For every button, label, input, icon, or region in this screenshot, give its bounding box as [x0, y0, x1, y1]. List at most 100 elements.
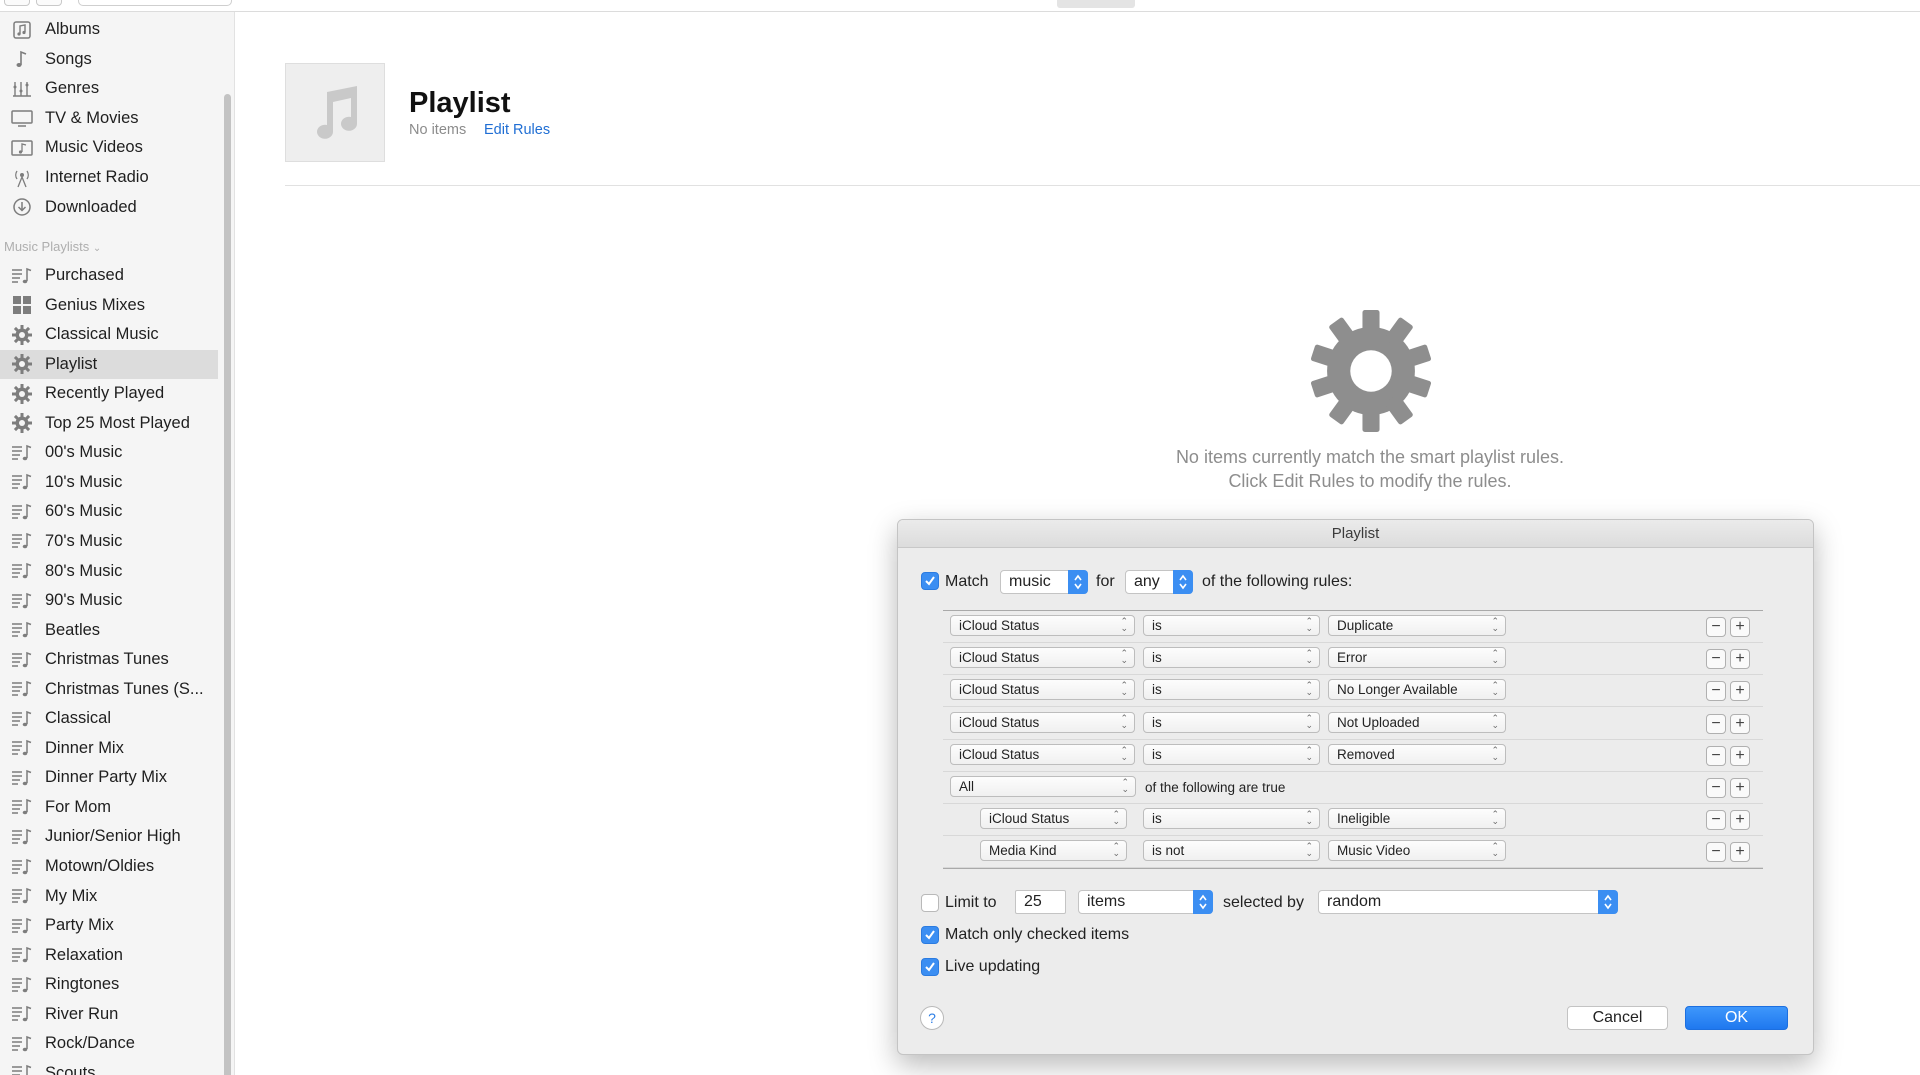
forward-button[interactable]: [36, 0, 62, 6]
rule-operator-popup[interactable]: is ⌃ ⌄: [1143, 711, 1320, 733]
rule-field-popup[interactable]: iCloud Status ⌃ ⌄: [950, 615, 1135, 636]
sidebar-scrollbar-thumb[interactable]: [224, 94, 231, 1075]
sidebar-library-songs[interactable]: Songs: [0, 45, 218, 74]
sidebar-playlist-purchased[interactable]: Purchased: [0, 261, 218, 290]
sidebar-playlist-recently-played[interactable]: Recently Played: [0, 379, 218, 408]
edit-rules-link[interactable]: Edit Rules: [484, 122, 550, 138]
rule-value-popup[interactable]: Error ⌃ ⌄: [1328, 647, 1506, 669]
remove-rule-button[interactable]: −: [1706, 745, 1726, 766]
sidebar-playlist-classical[interactable]: Classical: [0, 704, 218, 733]
sidebar-playlist-ringtones[interactable]: Ringtones: [0, 970, 218, 999]
add-rule-button[interactable]: +: [1730, 617, 1750, 637]
sidebar-playlist-junior-senior-high[interactable]: Junior/Senior High: [0, 822, 218, 851]
rule-operator-popup[interactable]: is ⌃ ⌄: [1143, 647, 1320, 669]
rule-operator-popup[interactable]: is ⌃ ⌄: [1143, 679, 1320, 701]
rule-operator-popup[interactable]: is not ⌃ ⌄: [1143, 840, 1320, 862]
sidebar-playlist-10-s-music[interactable]: 10's Music: [0, 468, 218, 497]
sidebar-library-downloaded[interactable]: Downloaded: [0, 193, 218, 222]
limit-checkbox[interactable]: [921, 894, 939, 912]
sidebar-playlist-80-s-music[interactable]: 80's Music: [0, 557, 218, 586]
sidebar-playlist-70-s-music[interactable]: 70's Music: [0, 527, 218, 556]
rule-field-popup[interactable]: iCloud Status ⌃ ⌄: [950, 711, 1135, 733]
remove-rule-button[interactable]: −: [1706, 713, 1726, 734]
toolbar-segment-control[interactable]: [1057, 0, 1135, 8]
sidebar-playlist-dinner-mix[interactable]: Dinner Mix: [0, 734, 218, 763]
sidebar-playlist-beatles[interactable]: Beatles: [0, 616, 218, 645]
sidebar-playlist-60-s-music[interactable]: 60's Music: [0, 497, 218, 526]
rule-value-popup[interactable]: Removed ⌃ ⌄: [1328, 743, 1506, 765]
sidebar-playlist-dinner-party-mix[interactable]: Dinner Party Mix: [0, 763, 218, 792]
add-rule-button[interactable]: +: [1730, 681, 1750, 702]
sidebar-playlist-90-s-music[interactable]: 90's Music: [0, 586, 218, 615]
sidebar-playlist-my-mix[interactable]: My Mix: [0, 882, 218, 911]
rule-field-popup[interactable]: iCloud Status ⌃ ⌄: [950, 743, 1135, 765]
up-down-arrows-icon: ⌃ ⌄: [1305, 809, 1313, 827]
add-rule-button[interactable]: +: [1730, 713, 1750, 734]
match-kind-popup[interactable]: music: [1000, 570, 1088, 594]
sidebar-playlist-motown-oldies[interactable]: Motown/Oldies: [0, 852, 218, 881]
sidebar-library-internet-radio[interactable]: Internet Radio: [0, 163, 218, 192]
match-mode-popup[interactable]: any: [1125, 570, 1193, 594]
music-playlists-section-header[interactable]: Music Playlists ⌄: [4, 239, 101, 254]
sidebar-playlist-00-s-music[interactable]: 00's Music: [0, 438, 218, 467]
add-rule-button[interactable]: +: [1730, 778, 1750, 798]
rule-value-popup[interactable]: Not Uploaded ⌃ ⌄: [1328, 711, 1506, 733]
playlist-icon: [11, 1033, 33, 1055]
match-checked-items-checkbox[interactable]: [921, 926, 939, 944]
remove-rule-button[interactable]: −: [1706, 842, 1726, 863]
add-rule-button[interactable]: +: [1730, 842, 1750, 863]
sidebar-playlist-for-mom[interactable]: For Mom: [0, 793, 218, 822]
rule-field-popup[interactable]: Media Kind ⌃ ⌄: [980, 840, 1127, 862]
add-rule-button[interactable]: +: [1730, 810, 1750, 831]
remove-rule-button[interactable]: −: [1706, 778, 1726, 798]
up-down-arrows-icon: ⌃ ⌄: [1305, 680, 1313, 698]
rule-field-value: iCloud Status: [959, 682, 1040, 698]
add-rule-button[interactable]: +: [1730, 745, 1750, 766]
sidebar-playlist-genius-mixes[interactable]: Genius Mixes: [0, 291, 218, 320]
rule-value-popup[interactable]: No Longer Available ⌃ ⌄: [1328, 679, 1506, 701]
remove-rule-button[interactable]: −: [1706, 649, 1726, 670]
sidebar-playlist-scouts[interactable]: Scouts: [0, 1059, 218, 1075]
sidebar-playlist-christmas-tunes[interactable]: Christmas Tunes: [0, 645, 218, 674]
match-checkbox[interactable]: [921, 572, 939, 590]
sidebar-library-tv-movies[interactable]: TV & Movies: [0, 104, 218, 133]
sidebar-playlist-relaxation[interactable]: Relaxation: [0, 941, 218, 970]
rule-group-value: All: [959, 779, 975, 794]
help-button[interactable]: ?: [920, 1006, 944, 1030]
rule-operator-popup[interactable]: is ⌃ ⌄: [1143, 615, 1320, 636]
rule-operator-popup[interactable]: is ⌃ ⌄: [1143, 808, 1320, 830]
rule-operator-popup[interactable]: is ⌃ ⌄: [1143, 743, 1320, 765]
sidebar-playlist-christmas-tunes-s[interactable]: Christmas Tunes (S...: [0, 675, 218, 704]
rule-field-popup[interactable]: iCloud Status ⌃ ⌄: [950, 679, 1135, 701]
live-updating-checkbox[interactable]: [921, 958, 939, 976]
cancel-button[interactable]: Cancel: [1567, 1006, 1668, 1030]
back-button[interactable]: [4, 0, 30, 6]
selected-by-popup[interactable]: random: [1318, 890, 1618, 914]
sidebar-library-albums[interactable]: Albums: [0, 15, 218, 44]
toolbar-search-field[interactable]: [78, 0, 232, 6]
limit-value-field[interactable]: 25: [1015, 890, 1066, 914]
sidebar-playlist-party-mix[interactable]: Party Mix: [0, 911, 218, 940]
sidebar-item-label: Genres: [45, 79, 100, 98]
rule-field-popup[interactable]: iCloud Status ⌃ ⌄: [950, 647, 1135, 669]
remove-rule-button[interactable]: −: [1706, 681, 1726, 702]
add-rule-button[interactable]: +: [1730, 649, 1750, 670]
rule-value-popup[interactable]: Music Video ⌃ ⌄: [1328, 840, 1506, 862]
ok-button[interactable]: OK: [1685, 1006, 1788, 1030]
playlist-icon: [11, 590, 33, 612]
remove-rule-button[interactable]: −: [1706, 810, 1726, 831]
sidebar-playlist-classical-music[interactable]: Classical Music: [0, 320, 218, 349]
sidebar-playlist-rock-dance[interactable]: Rock/Dance: [0, 1029, 218, 1058]
rule-value-popup[interactable]: Ineligible ⌃ ⌄: [1328, 808, 1506, 830]
playlist-icon: [11, 678, 33, 700]
sidebar-playlist-playlist[interactable]: Playlist: [0, 349, 218, 379]
sidebar-library-genres[interactable]: Genres: [0, 74, 218, 103]
remove-rule-button[interactable]: −: [1706, 617, 1726, 637]
limit-unit-popup[interactable]: items: [1078, 890, 1213, 914]
rule-field-popup[interactable]: iCloud Status ⌃ ⌄: [980, 808, 1127, 830]
rule-value-popup[interactable]: Duplicate ⌃ ⌄: [1328, 615, 1506, 636]
sidebar-library-music-videos[interactable]: Music Videos: [0, 133, 218, 162]
sidebar-playlist-river-run[interactable]: River Run: [0, 1000, 218, 1029]
sidebar-playlist-top-25-most-played[interactable]: Top 25 Most Played: [0, 409, 218, 438]
rule-group-popup[interactable]: All ⌃ ⌄: [950, 776, 1136, 797]
